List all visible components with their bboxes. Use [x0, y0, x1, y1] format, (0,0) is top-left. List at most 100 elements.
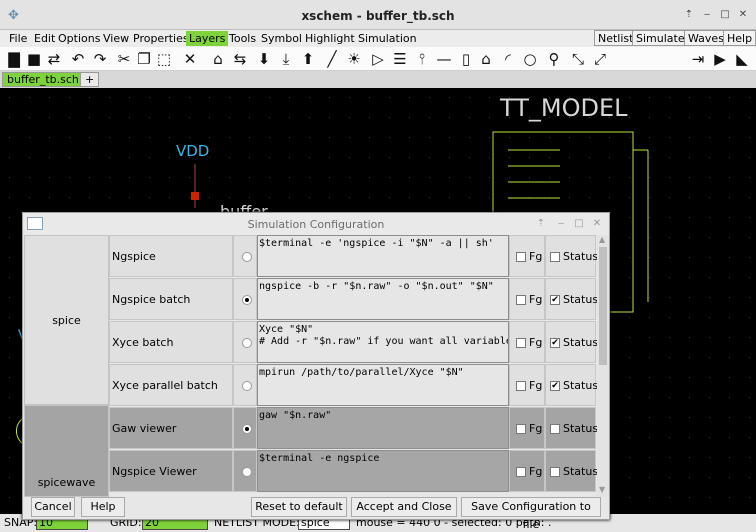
fg-checkbox[interactable]	[516, 338, 526, 348]
fg-checkbox[interactable]	[516, 295, 526, 305]
maximize-icon[interactable]: □	[718, 8, 732, 22]
reset-to-default-button[interactable]: Reset to default	[251, 497, 347, 517]
rect-icon[interactable]: ▯	[456, 49, 476, 69]
sim-row: Xyce parallel batch mpirun /path/to/paral…	[109, 364, 598, 406]
help-button[interactable]: Help	[723, 30, 756, 46]
menu-symbol[interactable]: Symbol	[258, 31, 305, 46]
model-label: TT_MODEL	[500, 94, 628, 122]
push-icon[interactable]: ⬇	[254, 49, 274, 69]
sim-select-radio[interactable]	[242, 338, 252, 348]
undo-icon[interactable]: ↶	[68, 49, 88, 69]
dialog-up-icon[interactable]: ⇡	[535, 218, 547, 230]
status-label: Status	[563, 422, 599, 435]
waves-icon[interactable]: ◣	[732, 49, 752, 69]
help-button-dialog[interactable]: Help	[81, 497, 125, 517]
polygon-icon[interactable]: ⌂	[476, 49, 496, 69]
status-checkbox[interactable]	[550, 424, 560, 434]
fg-label: Fg	[529, 379, 543, 392]
wire-icon[interactable]: ╱	[322, 49, 342, 69]
sim-radio-cell	[233, 407, 257, 449]
menu-highlight[interactable]: Highlight	[302, 31, 358, 46]
scroll-up-icon[interactable]: ▲	[599, 235, 607, 245]
reload-icon[interactable]: ⇄	[44, 49, 64, 69]
insert-symbol-icon[interactable]: ⤓	[276, 49, 296, 69]
menu-layers[interactable]: Layers	[186, 31, 229, 46]
zoom-in-icon[interactable]: ⤡	[568, 49, 588, 69]
copy-icon[interactable]: ❐	[134, 49, 154, 69]
open-icon[interactable]: ▇	[4, 49, 24, 69]
duplicate-icon[interactable]: ⌂	[208, 49, 228, 69]
fg-checkbox[interactable]	[516, 424, 526, 434]
sim-name: Ngspice batch	[109, 278, 233, 320]
cut-icon[interactable]: ✂	[114, 49, 134, 69]
status-checkbox[interactable]: ✔	[550, 295, 560, 305]
move-icon[interactable]: ⇆	[230, 49, 250, 69]
fg-checkbox[interactable]	[516, 252, 526, 262]
menu-options[interactable]: Options	[55, 31, 103, 46]
save-configuration-button[interactable]: Save Configuration to file	[461, 497, 601, 531]
minimize-icon[interactable]: ‒	[700, 8, 714, 22]
sim-select-radio[interactable]	[242, 252, 252, 262]
menu-simulation[interactable]: Simulation	[355, 31, 420, 46]
highlight-icon[interactable]: ☀	[344, 49, 364, 69]
sim-select-radio[interactable]	[242, 295, 252, 305]
dialog-scrollbar[interactable]: ▲ ▼	[597, 235, 609, 497]
sim-command-field[interactable]: $terminal -e 'ngspice -i "$N" -a || sh'	[257, 235, 509, 277]
menu-properties[interactable]: Properties	[130, 31, 192, 46]
buffer-icon[interactable]: ▷	[368, 49, 388, 69]
paste-icon[interactable]: ⬚	[154, 49, 174, 69]
sim-row: Gaw viewer gaw "$n.raw" Fg Status	[109, 407, 599, 449]
arc-icon[interactable]: ◜	[498, 49, 518, 69]
line-icon[interactable]: —	[434, 49, 454, 69]
netlist-arrow-icon[interactable]: ⇥	[688, 49, 708, 69]
sim-radio-cell	[233, 364, 257, 406]
scroll-thumb[interactable]	[599, 247, 607, 365]
status-checkbox[interactable]	[550, 467, 560, 477]
redo-icon[interactable]: ↷	[90, 49, 110, 69]
netlist-button[interactable]: Netlist	[594, 30, 638, 46]
fg-cell: Fg	[509, 278, 545, 320]
sim-command-field[interactable]: Xyce "$N" # Add -r "$n.raw" if you want …	[257, 321, 509, 363]
accept-and-close-button[interactable]: Accept and Close	[351, 497, 457, 517]
net-label-icon[interactable]: ⫯	[412, 49, 432, 69]
pop-icon[interactable]: ⬆	[298, 49, 318, 69]
sim-command-field[interactable]: $terminal -e ngspice	[257, 450, 509, 492]
sim-select-radio[interactable]	[242, 424, 252, 434]
dialog-close-icon[interactable]: ✕	[591, 218, 603, 230]
circle-icon[interactable]: ○	[520, 49, 540, 69]
waves-button[interactable]: Waves	[684, 30, 728, 46]
sim-command-field[interactable]: mpirun /path/to/parallel/Xyce "$N"	[257, 364, 509, 406]
sim-row: Ngspice $terminal -e 'ngspice -i "$N" -a …	[109, 235, 599, 277]
menu-view[interactable]: View	[100, 31, 132, 46]
dialog-maximize-icon[interactable]: □	[573, 218, 585, 230]
pin-list-icon[interactable]: ☰	[390, 49, 410, 69]
sim-radio-cell	[233, 321, 257, 363]
simulate-play-icon[interactable]: ▶	[710, 49, 730, 69]
dialog-minimize-icon[interactable]: ‒	[555, 218, 567, 230]
status-label: Status	[563, 293, 599, 306]
scroll-down-icon[interactable]: ▼	[599, 485, 607, 495]
status-cell: Status	[545, 450, 598, 492]
menu-file[interactable]: File	[6, 31, 30, 46]
add-tab-button[interactable]: +	[80, 72, 100, 87]
close-icon[interactable]: ✕	[736, 8, 750, 22]
status-checkbox[interactable]: ✔	[550, 338, 560, 348]
tab-buffer-tb[interactable]: buffer_tb.sch	[2, 72, 84, 87]
status-label: Status	[563, 250, 599, 263]
save-icon[interactable]: ■	[24, 49, 44, 69]
cancel-button[interactable]: Cancel	[31, 497, 75, 517]
status-checkbox[interactable]: ✔	[550, 381, 560, 391]
fg-checkbox[interactable]	[516, 381, 526, 391]
menu-tools[interactable]: Tools	[226, 31, 259, 46]
simulate-button[interactable]: Simulate	[632, 30, 689, 46]
sim-select-radio[interactable]	[242, 467, 252, 477]
status-checkbox[interactable]	[550, 252, 560, 262]
sim-command-field[interactable]: gaw "$n.raw"	[257, 407, 509, 449]
search-icon[interactable]: ⚲	[544, 49, 564, 69]
zoom-out-icon[interactable]: ⤢	[590, 49, 610, 69]
sim-select-radio[interactable]	[242, 381, 252, 391]
delete-icon[interactable]: ✕	[180, 49, 200, 69]
fg-checkbox[interactable]	[516, 467, 526, 477]
sim-command-field[interactable]: ngspice -b -r "$n.raw" -o "$n.out" "$N"	[257, 278, 509, 320]
up-icon[interactable]: ⇡	[682, 8, 696, 22]
